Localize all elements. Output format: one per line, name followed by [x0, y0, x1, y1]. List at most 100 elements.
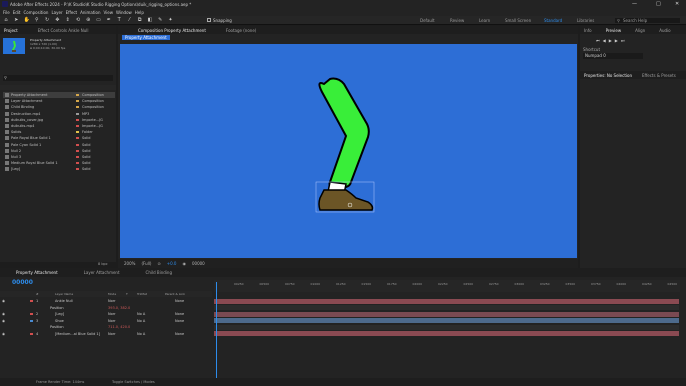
snapping-checkbox[interactable]	[207, 18, 211, 22]
search-help-input[interactable]: ⚲ Search Help	[615, 18, 680, 23]
workspace-standard[interactable]: Standard	[544, 18, 562, 23]
layer-duration-bar[interactable]	[214, 318, 679, 323]
layer-label-swatch[interactable]	[30, 332, 33, 335]
layer-name[interactable]: [Leg]	[55, 311, 64, 317]
resolution-dropdown[interactable]: (Full)	[141, 261, 151, 266]
tab-preview[interactable]: Preview	[606, 28, 622, 33]
current-time-indicator[interactable]	[216, 282, 217, 378]
visibility-eye-icon[interactable]: ◉	[2, 299, 5, 303]
layer-duration-bar[interactable]	[214, 298, 679, 304]
layer-mode-dropdown[interactable]: Norr	[108, 298, 116, 304]
tab-align[interactable]: Align	[635, 28, 645, 33]
tab-layer-attachment[interactable]: Layer Attachment	[84, 270, 120, 275]
roto-tool-icon[interactable]: ✎	[157, 17, 163, 23]
project-item[interactable]: Property Attachment Composition	[3, 92, 115, 98]
rotate-tool-icon[interactable]: ⟲	[75, 17, 81, 23]
tab-properties[interactable]: Properties: No Selection	[584, 73, 632, 78]
toggle-switches-modes[interactable]: Toggle Switches / Modes	[112, 380, 155, 384]
tab-composition[interactable]: Composition Property Attachment	[138, 28, 206, 33]
track-matte-dropdown[interactable]: No A	[137, 331, 145, 337]
parent-dropdown[interactable]: None	[175, 331, 184, 337]
menu-file[interactable]: File	[3, 10, 10, 15]
layer-label-swatch[interactable]	[30, 300, 33, 302]
composition-canvas[interactable]	[120, 44, 577, 258]
layer-row[interactable]: ◉ 3 Shoe Norr No A None	[0, 318, 212, 324]
project-item[interactable]: Medium Royal Blue Solid 1 Solid	[3, 160, 115, 166]
menu-view[interactable]: View	[104, 10, 114, 15]
tab-audio[interactable]: Audio	[659, 28, 670, 33]
menu-layer[interactable]: Layer	[51, 10, 62, 15]
first-frame-icon[interactable]: ⏮	[596, 38, 600, 43]
layer-name[interactable]: [Medium...al Blue Solid 1]	[55, 331, 100, 337]
track-matte-dropdown[interactable]: No A	[137, 318, 145, 324]
comp-breadcrumb[interactable]: Property Attachment	[122, 35, 170, 40]
project-item[interactable]: Pale Cyan Solid 1 Solid	[3, 142, 115, 148]
time-ruler[interactable]: 00250 00500 00750 01000 01250 01500 01750 02000…	[214, 280, 680, 292]
layer-duration-bar[interactable]	[214, 331, 679, 336]
project-item[interactable]: Null 2 Solid	[3, 148, 115, 154]
parent-dropdown[interactable]: None	[175, 318, 184, 324]
layer-duration-bar[interactable]	[214, 305, 679, 310]
layer-duration-bar[interactable]	[214, 311, 679, 317]
tab-property-attachment[interactable]: Property Attachment	[16, 270, 58, 275]
workspace-learn[interactable]: Learn	[479, 18, 490, 23]
prev-frame-icon[interactable]: ◀	[603, 38, 606, 43]
project-item[interactable]: Destruction.mp4 MP3	[3, 111, 115, 117]
home-icon[interactable]: ⌂	[3, 17, 9, 23]
project-item[interactable]: Child Binding Composition	[3, 104, 115, 110]
layer-name[interactable]: Ankle Null	[55, 298, 73, 304]
layer-mode-dropdown[interactable]: Norr	[108, 331, 116, 337]
tab-project[interactable]: Project	[4, 28, 18, 33]
minimize-button[interactable]: —	[632, 1, 637, 7]
property-row[interactable]: Position 711.0, 420.0	[0, 324, 212, 330]
zoom-dropdown[interactable]: 200%	[124, 261, 135, 266]
last-frame-icon[interactable]: ⏭	[621, 38, 625, 43]
bpc-label[interactable]: 8 bpc	[98, 262, 108, 266]
visibility-eye-icon[interactable]: ◉	[2, 332, 5, 336]
menu-composition[interactable]: Composition	[23, 10, 48, 15]
viewer-timecode[interactable]: 00000	[192, 261, 205, 266]
track-matte-dropdown[interactable]: No A	[137, 311, 145, 317]
menu-animation[interactable]: Animation	[80, 10, 100, 15]
dolly-tool-icon[interactable]: ⇕	[65, 17, 71, 23]
pen-tool-icon[interactable]: ✒	[106, 17, 112, 23]
project-item[interactable]: Null 3 Solid	[3, 154, 115, 160]
project-item[interactable]: duikuiks.mp4 Importe...JG	[3, 123, 115, 129]
tab-child-binding[interactable]: Child Binding	[146, 270, 172, 275]
zoom-tool-icon[interactable]: ⚲	[34, 17, 40, 23]
property-value[interactable]: 711.0, 420.0	[108, 324, 130, 330]
project-item[interactable]: Pale Royal Blue Solid 1 Solid	[3, 135, 115, 141]
next-frame-icon[interactable]: ▶	[615, 38, 618, 43]
orbit-tool-icon[interactable]: ↻	[44, 17, 50, 23]
tab-effect-controls[interactable]: Effect Controls Ankle Null	[38, 28, 89, 33]
workspace-review[interactable]: Review	[450, 18, 464, 23]
layer-label-swatch[interactable]	[30, 313, 33, 315]
layer-label-swatch[interactable]	[30, 319, 33, 322]
workspace-small-screen[interactable]: Small Screen	[505, 18, 531, 23]
visibility-eye-icon[interactable]: ◉	[2, 312, 5, 316]
menu-edit[interactable]: Edit	[13, 10, 21, 15]
puppet-tool-icon[interactable]: ✦	[168, 17, 174, 23]
tab-info[interactable]: Info	[584, 28, 592, 33]
selection-tool-icon[interactable]: ➤	[13, 17, 19, 23]
property-row[interactable]: Position 393.0, 382.0	[0, 305, 212, 311]
project-item[interactable]: Layer Attachment Composition	[3, 98, 115, 104]
layer-duration-bar[interactable]	[214, 324, 679, 330]
parent-dropdown[interactable]: None	[175, 298, 184, 304]
brush-tool-icon[interactable]: ⁄	[126, 17, 132, 23]
timeline-timecode[interactable]: 00000	[12, 279, 33, 286]
clone-tool-icon[interactable]: ⧉	[137, 17, 143, 23]
rectangle-tool-icon[interactable]: ▭	[96, 17, 102, 23]
eraser-tool-icon[interactable]: ◧	[147, 17, 153, 23]
layer-row[interactable]: ◉ 1 Ankle Null Norr None	[0, 298, 212, 304]
play-icon[interactable]: ▶	[609, 38, 612, 43]
anchor-tool-icon[interactable]: ⊕	[85, 17, 91, 23]
menu-effect[interactable]: Effect	[66, 10, 78, 15]
snapshot-icon[interactable]: ◉	[182, 261, 186, 266]
pan-tool-icon[interactable]: ✥	[54, 17, 60, 23]
project-item[interactable]: Solids Folder	[3, 129, 115, 135]
project-item[interactable]: duikuiks_cover.jpg Importe...JG	[3, 117, 115, 123]
exposure-value[interactable]: +0.0	[167, 261, 177, 266]
tab-footage[interactable]: Footage (none)	[226, 28, 256, 33]
shortcut-dropdown[interactable]: Numpad 0	[583, 53, 643, 59]
